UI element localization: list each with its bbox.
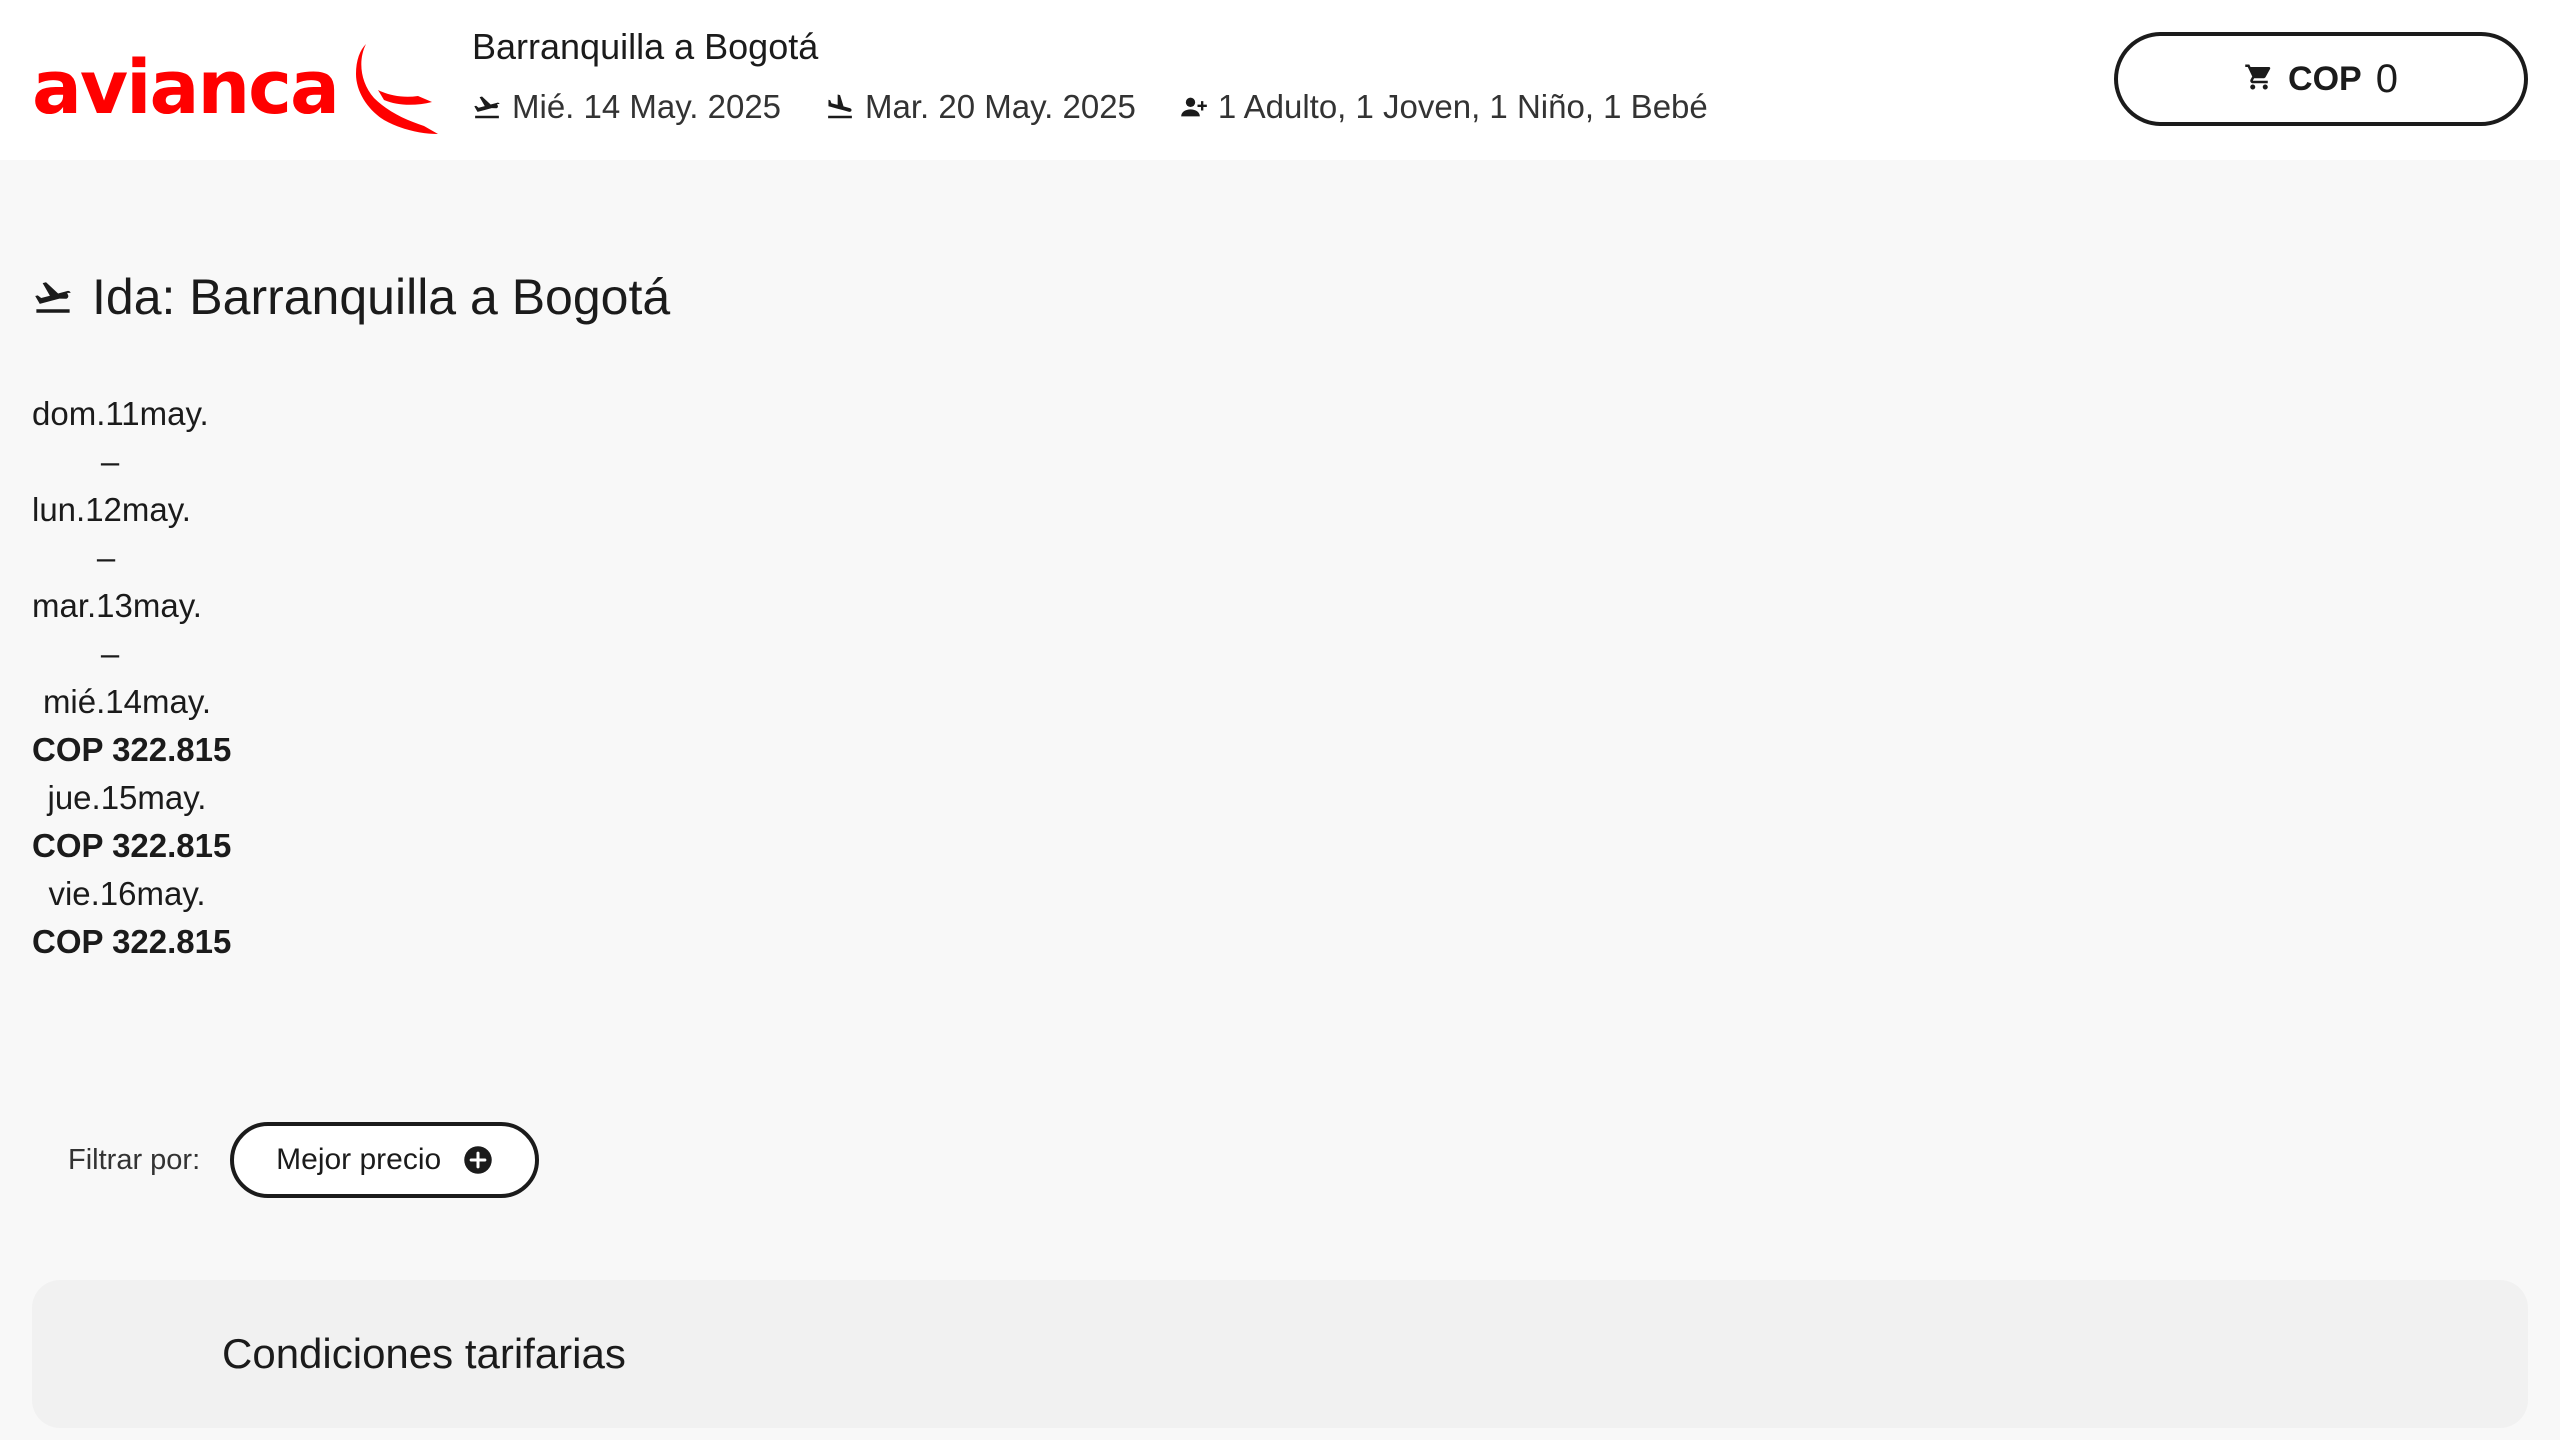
date-label: lun.12may. (32, 491, 191, 528)
return-date-item: Mar. 20 May. 2025 (825, 88, 1136, 126)
fare-conditions-title: Condiciones tarifarias (222, 1330, 626, 1377)
date-option[interactable]: vie.16may. COP 322.815 (32, 870, 332, 966)
cart-currency: COP (2288, 59, 2362, 98)
trip-summary: Barranquilla a Bogotá Mié. 14 May. 2025 … (472, 26, 1708, 126)
date-price: COP 322.815 (32, 731, 232, 768)
logo-text: avianca (32, 45, 340, 131)
date-label: vie.16may. (48, 875, 206, 912)
departure-date: Mié. 14 May. 2025 (512, 88, 782, 125)
best-price-filter-button[interactable]: Mejor precio (230, 1122, 540, 1198)
passengers-item: 1 Adulto, 1 Joven, 1 Niño, 1 Bebé (1180, 88, 1708, 126)
date-price: COP 322.815 (32, 827, 232, 864)
passengers-icon (1180, 93, 1208, 121)
passengers-summary: 1 Adulto, 1 Joven, 1 Niño, 1 Bebé (1217, 88, 1708, 125)
trip-meta: Mié. 14 May. 2025 Mar. 20 May. 2025 1 Ad… (472, 88, 1708, 126)
outbound-title: Ida: Barranquilla a Bogotá (92, 269, 671, 325)
plane-takeoff-icon (32, 276, 74, 318)
date-price: – (100, 443, 120, 480)
departure-date-item: Mié. 14 May. 2025 (472, 88, 781, 126)
date-price: – (100, 635, 120, 672)
cart-button[interactable]: COP 0 (2114, 32, 2528, 126)
date-label: mar.13may. (32, 587, 202, 624)
date-label: dom.11may. (32, 395, 209, 432)
cart-icon (2244, 62, 2274, 97)
trip-route: Barranquilla a Bogotá (472, 26, 819, 67)
plus-circle-icon (463, 1145, 493, 1175)
fare-conditions-card[interactable]: Condiciones tarifarias (32, 1280, 2528, 1428)
date-option[interactable]: lun.12may. – (32, 486, 332, 582)
plane-takeoff-icon (472, 92, 502, 122)
date-price: COP 322.815 (32, 923, 232, 960)
logo-bird-icon (354, 40, 440, 136)
return-date: Mar. 20 May. 2025 (865, 88, 1136, 125)
date-option-selected[interactable]: mié.14may. COP 322.815 (32, 678, 332, 774)
cart-amount: 0 (2375, 56, 2398, 101)
date-selector: dom.11may. – lun.12may. – mar.13may. – m… (32, 390, 332, 966)
date-price: – (96, 539, 116, 576)
filter-button-label: Mejor precio (276, 1143, 442, 1176)
page: avianca Barranquilla a Bogotá Mié. 14 Ma… (0, 0, 2560, 1440)
date-option[interactable]: mar.13may. – (32, 582, 332, 678)
date-option[interactable]: jue.15may. COP 322.815 (32, 774, 332, 870)
date-option[interactable]: dom.11may. – (32, 390, 332, 486)
date-label: jue.15may. (47, 779, 207, 816)
plane-landing-icon (825, 92, 855, 122)
filter-label: Filtrar por: (68, 1143, 201, 1176)
outbound-heading: Ida: Barranquilla a Bogotá (32, 268, 670, 326)
header: avianca Barranquilla a Bogotá Mié. 14 Ma… (0, 0, 2560, 160)
date-label: mié.14may. (42, 683, 212, 720)
filter-row: Filtrar por: Mejor precio (68, 1122, 540, 1198)
avianca-logo[interactable]: avianca (32, 38, 440, 138)
